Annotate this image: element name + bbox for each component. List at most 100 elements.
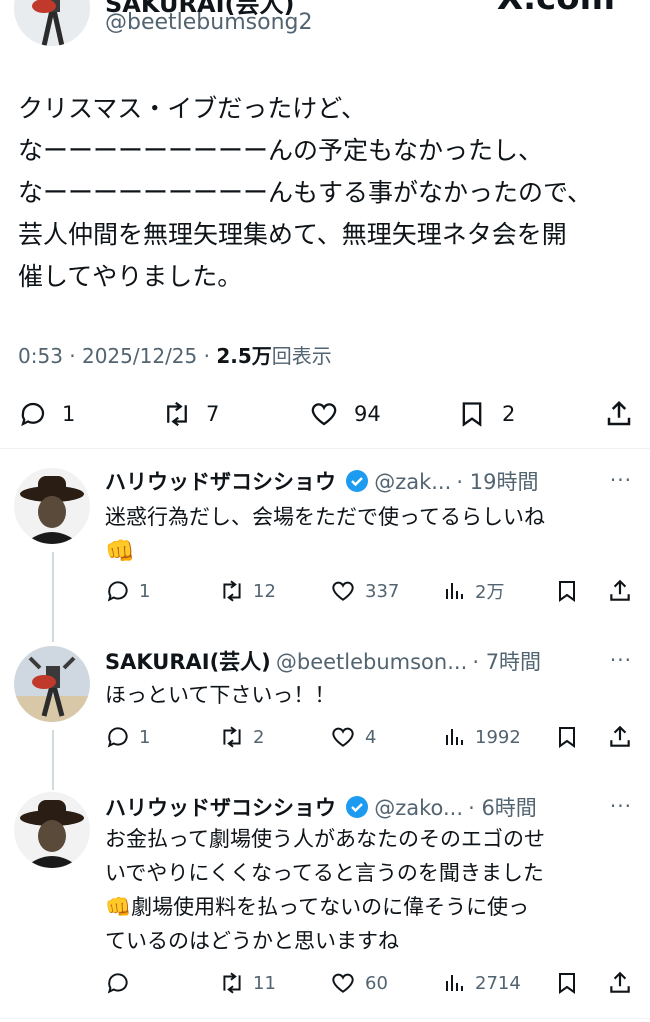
- bookmark-icon: [559, 727, 575, 748]
- reply-author-name[interactable]: SAKURAI(芸人): [105, 650, 271, 674]
- reply-emoji: 👊: [105, 537, 135, 565]
- reply-icon: [107, 727, 128, 748]
- reply-author-handle[interactable]: @zak...: [374, 470, 451, 494]
- verified-badge-icon: [346, 470, 369, 492]
- reply-time[interactable]: · 6時間: [468, 796, 537, 820]
- reply-icon: [107, 581, 128, 602]
- repost-icon: [223, 726, 241, 748]
- verified-badge-icon: [346, 796, 369, 818]
- reply-header: SAKURAI(芸人) @beetlebumson... · 7時間: [105, 646, 625, 676]
- repost-icon: [167, 401, 187, 427]
- post-line: なーーーーーーーーーんもする事がなかったので、: [18, 178, 593, 207]
- heart-icon: [332, 581, 354, 601]
- bookmark-icon: [559, 973, 575, 994]
- post-action-bar: 1 7 94 2: [0, 395, 650, 435]
- post-line: クリスマス・イブだったけど、: [18, 94, 367, 123]
- more-options-icon[interactable]: ···: [610, 468, 632, 492]
- reply-button[interactable]: 1: [105, 578, 150, 604]
- reply-button[interactable]: [105, 970, 139, 996]
- post-text: クリスマス・イブだったけど、 なーーーーーーーーーんの予定もなかったし、 なーー…: [18, 88, 638, 298]
- heart-icon: [311, 403, 337, 426]
- repost-count: 11: [253, 972, 276, 994]
- bookmark-button[interactable]: [555, 970, 579, 996]
- reply-author-handle[interactable]: @zako...: [374, 796, 463, 820]
- view-label: 回表示: [271, 344, 332, 368]
- reply-icon: [107, 973, 128, 994]
- divider: [0, 1018, 650, 1019]
- reply-avatar[interactable]: [14, 792, 90, 868]
- repost-count: 12: [253, 580, 276, 602]
- like-count: 337: [365, 580, 400, 602]
- reply-line: 👊劇場使用料を払ってないのに偉そうに使っ: [105, 895, 530, 919]
- reply-count: 1: [62, 402, 76, 426]
- reply-avatar[interactable]: [14, 468, 90, 544]
- reply-line: 迷惑行為だし、会場をただで使ってるらしいね: [105, 505, 545, 529]
- bookmark-icon: [462, 402, 482, 427]
- post-line: 催してやりました。: [18, 262, 243, 291]
- share-button[interactable]: [604, 399, 634, 429]
- repost-button[interactable]: 2: [217, 724, 264, 750]
- reply-time[interactable]: · 19時間: [456, 470, 538, 494]
- post-timestamp[interactable]: 0:53 · 2025/12/25 ·: [18, 344, 216, 368]
- repost-count: 2: [253, 726, 265, 748]
- reply-button[interactable]: 1: [105, 724, 150, 750]
- views-icon: [446, 583, 463, 599]
- repost-count: 7: [206, 402, 220, 426]
- share-icon: [610, 725, 630, 747]
- bookmark-button[interactable]: [555, 724, 579, 750]
- author-avatar[interactable]: [14, 0, 90, 46]
- reply-avatar[interactable]: [14, 646, 90, 722]
- repost-icon: [223, 580, 241, 602]
- more-options-icon[interactable]: ···: [610, 648, 632, 672]
- reply-action-bar: 1 2 4 1992: [105, 724, 635, 754]
- more-options-icon[interactable]: ···: [610, 794, 632, 818]
- views-button[interactable]: 2万: [443, 578, 504, 604]
- share-icon: [610, 579, 630, 601]
- repost-button[interactable]: 7: [160, 399, 219, 429]
- views-icon: [446, 975, 463, 991]
- share-button[interactable]: [607, 970, 633, 996]
- bookmark-count: 2: [502, 402, 516, 426]
- reply-header: ハリウッドザコシショウ @zak... · 19時間: [105, 466, 635, 496]
- like-count: 60: [365, 972, 388, 994]
- like-button[interactable]: 94: [308, 399, 381, 429]
- divider: [0, 448, 650, 449]
- heart-icon: [332, 973, 354, 993]
- like-button[interactable]: 4: [329, 724, 376, 750]
- bookmark-button[interactable]: [555, 578, 579, 604]
- share-button[interactable]: [607, 724, 633, 750]
- bookmark-button[interactable]: 2: [458, 399, 515, 429]
- views-count: 1992: [475, 726, 521, 748]
- thread-line: [52, 552, 54, 642]
- views-count: 2万: [475, 582, 505, 603]
- reply-emoji: 👊: [105, 895, 132, 919]
- views-button[interactable]: 2714: [443, 970, 521, 996]
- repost-button[interactable]: 12: [217, 578, 276, 604]
- post-line: 芸人仲間を無理矢理集めて、無理矢理ネタ会を開: [18, 220, 567, 249]
- views-icon: [446, 729, 463, 745]
- reply-line: ほっといて下さいっ！！: [105, 683, 336, 707]
- reply-author-name[interactable]: ハリウッドザコシショウ: [105, 796, 336, 820]
- reply-icon: [21, 402, 45, 427]
- like-button[interactable]: 60: [329, 970, 388, 996]
- share-icon: [610, 971, 630, 993]
- reply-author-name[interactable]: ハリウッドザコシショウ: [105, 470, 336, 494]
- thread-line: [52, 730, 54, 790]
- views-button[interactable]: 1992: [443, 724, 521, 750]
- reply-action-bar: 11 60 2714: [105, 970, 635, 1000]
- reply-author-handle[interactable]: @beetlebumson...: [276, 650, 467, 674]
- reply-button[interactable]: 1: [18, 399, 75, 429]
- reply-time[interactable]: · 7時間: [472, 650, 541, 674]
- view-count: 2.5万: [216, 344, 272, 368]
- reply-header: ハリウッドザコシショウ @zako... · 6時間: [105, 792, 635, 822]
- views-count: 2714: [475, 972, 521, 994]
- repost-button[interactable]: 11: [217, 970, 276, 996]
- share-button[interactable]: [607, 578, 633, 604]
- reply-line: いでやりにくくなってると言うのを聞きました: [105, 861, 544, 885]
- author-handle[interactable]: @beetlebumsong2: [105, 10, 312, 35]
- reply-count: 1: [139, 580, 151, 602]
- like-button[interactable]: 337: [329, 578, 399, 604]
- post-line: なーーーーーーーーーんの予定もなかったし、: [18, 136, 544, 165]
- reply-line: お金払って劇場使う人があなたのそのエゴのせ: [105, 827, 545, 851]
- share-icon: [607, 400, 631, 426]
